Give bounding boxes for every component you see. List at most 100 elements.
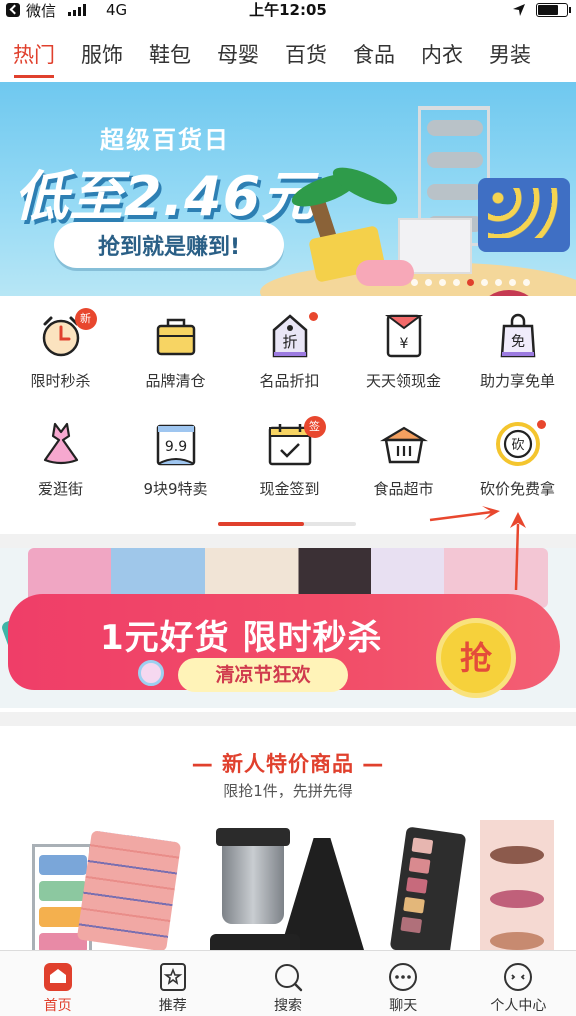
section-divider (0, 534, 576, 548)
new-user-subtitle: 限抢1件，先拼先得 (223, 782, 353, 800)
section-divider (0, 712, 576, 726)
pagination-dot[interactable] (425, 279, 432, 286)
pagination-dot[interactable] (453, 279, 460, 286)
eye-makeup-image (480, 820, 554, 954)
slipper-product (356, 260, 414, 286)
grid-item-cash-checkin[interactable]: 签 现金签到 (232, 406, 347, 506)
category-tabs: 热门 服饰 鞋包 母婴 百货 食品 内衣 男装 (0, 28, 576, 82)
grid-item-bargain-free[interactable]: 砍 砍价免费拿 (460, 406, 575, 506)
grid-item-nine-nine-sale[interactable]: 9.9 9块9特卖 (118, 406, 233, 506)
tab-label: 内衣 (421, 43, 463, 67)
grid-item-brand-discount[interactable]: 折 名品折扣 (232, 298, 347, 398)
red-envelope-icon: ¥ (380, 312, 428, 360)
flower-decoration (138, 660, 164, 686)
home-icon (42, 961, 74, 993)
tab-apparel[interactable]: 服饰 (68, 28, 136, 82)
alarm-clock-icon: 新 (37, 308, 97, 360)
tab-underwear[interactable]: 内衣 (408, 28, 476, 82)
grid-page-indicator-fill (218, 522, 304, 526)
yuan-glyph: ¥ (399, 336, 408, 352)
pagination-dot[interactable] (481, 279, 488, 286)
free-bag-icon: 免 (494, 312, 542, 360)
tab-profile[interactable]: 个人中心 (461, 951, 576, 1016)
banner-pagination (411, 279, 530, 286)
tab-hot[interactable]: 热门 (0, 28, 68, 82)
tab-home[interactable]: 首页 (0, 951, 115, 1016)
basket-icon (379, 420, 428, 468)
banner-subtitle: 超级百货日 (100, 126, 230, 154)
product-card-eyeshadow[interactable] (384, 820, 554, 954)
tab-label: 聊天 (389, 998, 418, 1014)
tab-label: 男装 (489, 43, 531, 67)
tab-label: 食品 (353, 43, 395, 67)
banner-headline: 低至2.46元 (14, 165, 317, 228)
clock: 上午12:05 (249, 1, 327, 19)
status-right (512, 0, 571, 20)
grid-label: 现金签到 (259, 480, 320, 498)
towel-image (76, 830, 182, 952)
grid-item-brand-clearance[interactable]: 品牌清仓 (118, 298, 233, 398)
discount-glyph: 折 (282, 333, 297, 351)
tab-food[interactable]: 食品 (340, 28, 408, 82)
pagination-dot[interactable] (411, 279, 418, 286)
flash-sale-banner[interactable]: 1元好货 限时秒杀 清凉节狂欢 抢 (0, 548, 576, 708)
hero-banner[interactable]: 超级百货日 低至2.46元 抢到就是赚到! (0, 82, 576, 296)
pagination-dot[interactable] (495, 279, 502, 286)
tab-label: 推荐 (158, 998, 187, 1014)
grid-label: 食品超市 (373, 480, 434, 498)
grid-label: 名品折扣 (259, 372, 320, 390)
new-user-title: — 新人特价商品 — (191, 752, 385, 776)
grid-label: 天天领现金 (365, 372, 441, 390)
grid-page-indicator (218, 522, 356, 526)
annotation-arrow-left-icon (429, 506, 500, 522)
notification-dot (308, 312, 318, 321)
app-screen: 微信 4G 上午12:05 热门 服饰 鞋包 母婴 百货 食品 内衣 男装 超级… (0, 0, 576, 1016)
handbag-icon (152, 312, 200, 360)
grid-item-shopping-stroll[interactable]: 爱逛街 (3, 406, 118, 506)
tab-label: 首页 (43, 998, 72, 1014)
tab-label: 母婴 (217, 43, 259, 67)
chat-icon (387, 961, 419, 993)
calendar-check-icon: 签 (266, 416, 326, 468)
product-card-towel[interactable] (14, 820, 184, 954)
tab-recommend[interactable]: 推荐 (115, 951, 230, 1016)
grid-label: 助力享免单 (479, 372, 555, 390)
grid-label: 砍价免费拿 (479, 480, 555, 498)
pagination-dot[interactable] (509, 279, 516, 286)
pagination-dot[interactable] (439, 279, 446, 286)
tab-search[interactable]: 搜索 (230, 951, 345, 1016)
grab-button[interactable]: 抢 (436, 618, 516, 698)
calendar-99-icon: 9.9 (152, 420, 200, 468)
checkin-badge: 签 (303, 416, 326, 438)
grid-item-flash-sale[interactable]: 新 限时秒杀 (3, 298, 118, 398)
price-glyph: 9.9 (164, 439, 186, 455)
tab-label: 服饰 (81, 43, 123, 67)
tab-label: 热门 (13, 43, 55, 67)
status-bar: 微信 4G 上午12:05 (0, 0, 576, 20)
tab-label: 百货 (285, 43, 327, 67)
storage-bag-product (478, 178, 570, 252)
grid-item-food-market[interactable]: 食品超市 (346, 406, 461, 506)
tab-baby[interactable]: 母婴 (204, 28, 272, 82)
new-badge: 新 (74, 308, 97, 330)
tab-chat[interactable]: 聊天 (346, 951, 461, 1016)
tab-menswear[interactable]: 男装 (476, 28, 544, 82)
promo-title: 1元好货 限时秒杀 (100, 618, 383, 658)
free-glyph: 免 (511, 334, 525, 350)
search-icon (272, 961, 304, 993)
eyeshadow-palette-image (389, 826, 467, 954)
pagination-dot[interactable] (523, 279, 530, 286)
grid-item-daily-cash[interactable]: ¥ 天天领现金 (346, 298, 461, 398)
bargain-icon: 砍 (494, 420, 546, 468)
notification-dot (536, 420, 546, 429)
product-card-trash-bin[interactable] (196, 820, 366, 954)
tab-general-goods[interactable]: 百货 (272, 28, 340, 82)
pagination-dot[interactable] (467, 279, 474, 286)
feature-grid: 新 限时秒杀 品牌清仓 折 名品折扣 ¥ 天天领现金 免 助力享免单 爱逛街 9… (0, 298, 576, 508)
promo-subtitle: 清凉节狂欢 (178, 658, 348, 692)
dress-icon (37, 420, 85, 468)
tab-shoes-bags[interactable]: 鞋包 (136, 28, 204, 82)
battery-icon (536, 3, 571, 17)
bargain-glyph: 砍 (511, 438, 524, 453)
grid-item-free-order[interactable]: 免 助力享免单 (460, 298, 575, 398)
